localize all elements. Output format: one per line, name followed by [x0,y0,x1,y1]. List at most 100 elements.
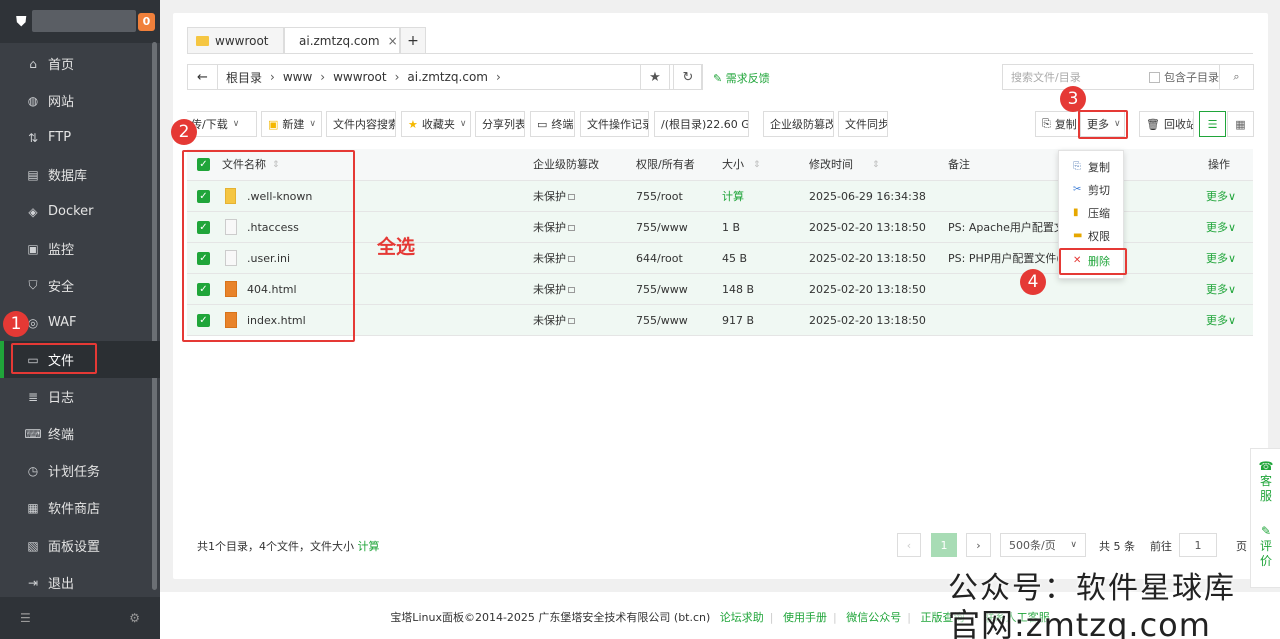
menu-item-copy[interactable]: ⎘ 复制 [1059,155,1125,178]
sidebar-item-docker[interactable]: ◈ Docker [0,193,160,230]
sidebar-item-label: 计划任务 [48,465,101,480]
breadcrumb-site[interactable]: ai.zmtzq.com [407,70,488,84]
recycle-bin-button[interactable]: 🗑 回收站 [1139,111,1194,137]
row-more-button[interactable]: 更多∨ [1206,181,1236,212]
chevron-right-icon: › [394,70,400,84]
file-search[interactable]: 搜索文件/目录 包含子目录 ⌕ [1002,64,1254,90]
permission[interactable]: 755/www [636,274,688,305]
tab-ai-zmtzq[interactable]: ai.zmtzq.com × [284,27,400,53]
row-more-button[interactable]: 更多∨ [1206,305,1236,336]
sidebar-item-store[interactable]: ▦ 软件商店 [0,489,160,526]
sidebar-footer: ☰ ⚙ [0,597,160,639]
goto-page-input[interactable]: 1 [1179,533,1217,557]
permission[interactable]: 644/root [636,243,683,274]
server-name-masked[interactable] [32,10,136,32]
sidebar-item-website[interactable]: ◍ 网站 [0,82,160,119]
sort-icon[interactable]: ⇕ [753,149,761,181]
copy-button[interactable]: ⎘ 复制 [1035,111,1080,137]
sort-icon[interactable]: ⇕ [872,149,880,181]
customer-service-button[interactable]: ☎ 客服 [1251,459,1280,504]
tamper-button[interactable]: 企业级防篡改 [763,111,834,137]
next-page-button[interactable]: › [966,533,991,557]
share-list-button[interactable]: 分享列表 [475,111,525,137]
sidebar-item-cron[interactable]: ◷ 计划任务 [0,452,160,489]
refresh-button[interactable]: ↻ [673,64,703,90]
breadcrumb-www[interactable]: www [283,70,312,84]
row-more-button[interactable]: 更多∨ [1206,274,1236,305]
tab-wwwroot[interactable]: wwwroot [187,27,284,53]
menu-item-cut[interactable]: ✂ 剪切 [1059,178,1125,201]
permission[interactable]: 755/www [636,305,688,336]
chevron-right-icon: › [495,70,501,84]
notification-badge[interactable]: 0 [138,13,155,31]
terminal-button[interactable]: ▭ 终端 [530,111,575,137]
favorites-button[interactable]: ★ 收藏夹 ∨ [401,111,471,137]
tamper-status[interactable]: 未保护 [533,212,575,243]
feedback-link[interactable]: ✎ 需求反馈 [713,70,770,86]
page-size-select[interactable]: 500条/页 ∨ [1000,533,1086,557]
tamper-status[interactable]: 未保护 [533,181,575,212]
path-bar[interactable]: ← 根目录 › www › wwwroot › ai.zmtzq.com › [187,64,702,90]
sidebar-item-terminal[interactable]: ⌨ 终端 [0,415,160,452]
gear-icon[interactable]: ⚙ [129,611,140,625]
total-count: 共 5 条 [1099,540,1135,553]
menu-item-permission[interactable]: ▬ 权限 [1059,224,1125,247]
permission[interactable]: 755/root [636,181,683,212]
include-subdir-checkbox[interactable] [1149,71,1160,83]
breadcrumb-wwwroot[interactable]: wwwroot [333,70,387,84]
search-input[interactable]: 搜索文件/目录 [1011,69,1141,85]
sidebar-item-security[interactable]: ⛉ 安全 [0,267,160,304]
size-calc-link[interactable]: 计算 [722,181,744,212]
note[interactable]: PS: Apache用户配置文件 [948,212,1076,243]
forum-link[interactable]: 论坛求助 [720,611,764,624]
sidebar-item-ftp[interactable]: ⇅ FTP [0,119,160,156]
favorite-star-button[interactable]: ★ [640,64,670,90]
sidebar-item-label: 监控 [48,243,75,258]
col-mtime[interactable]: 修改时间 [809,149,853,181]
sidebar-item-settings[interactable]: ▧ 面板设置 [0,527,160,564]
mtime: 2025-02-20 13:18:50 [809,314,926,327]
new-button[interactable]: ▣ 新建 ∨ [261,111,322,137]
breadcrumb-root[interactable]: 根目录 [226,69,262,86]
page-number-current[interactable]: 1 [931,533,957,557]
sidebar-item-home[interactable]: ⌂ 首页 [0,45,160,82]
menu-item-label: 复制 [1088,160,1110,174]
tamper-status[interactable]: 未保护 [533,274,575,305]
sidebar-item-monitor[interactable]: ▣ 监控 [0,230,160,267]
wechat-link[interactable]: 微信公众号 [846,611,901,624]
note[interactable]: PS: PHP用户配置文件(防 [948,243,1072,274]
watermark-line2: 官网:zmtzq.com [948,606,1211,639]
sidebar-item-label: 日志 [48,391,75,406]
tamper-status[interactable]: 未保护 [533,305,575,336]
grid-view-button[interactable]: ▦ [1227,111,1254,137]
sidebar-item-logout[interactable]: ⇥ 退出 [0,564,160,601]
manual-link[interactable]: 使用手册 [783,611,827,624]
disk-button[interactable]: /(根目录)22.60 GB [654,111,749,137]
row-more-button[interactable]: 更多∨ [1206,243,1236,274]
close-icon[interactable]: × [388,34,398,48]
content-search-button[interactable]: 文件内容搜索 [326,111,396,137]
tamper-status[interactable]: 未保护 [533,243,575,274]
collapse-menu-icon[interactable]: ☰ [20,611,31,625]
list-view-button[interactable]: ☰ [1199,111,1226,137]
search-icon[interactable]: ⌕ [1219,65,1253,89]
prev-page-button[interactable]: ‹ [897,533,921,557]
summary-text: 共1个目录，4个文件，文件大小 [197,540,354,553]
menu-item-compress[interactable]: ▮ 压缩 [1059,201,1125,224]
add-tab-button[interactable]: + [400,27,426,53]
service-label: 客服 [1259,474,1272,503]
sync-button[interactable]: 文件同步 [838,111,888,137]
sidebar-item-database[interactable]: ▤ 数据库 [0,156,160,193]
back-arrow-icon[interactable]: ← [188,65,218,89]
upload-download-button[interactable]: 上传/下载∨ [187,111,257,137]
col-size[interactable]: 大小 [722,149,744,181]
sidebar-item-logs[interactable]: ≣ 日志 [0,378,160,415]
mtime: 2025-02-20 13:18:50 [809,221,926,234]
permission[interactable]: 755/www [636,212,688,243]
feedback-label: 需求反馈 [725,72,770,85]
annotation-box-files [11,343,97,374]
op-log-button[interactable]: 文件操作记录 [580,111,649,137]
row-more-button[interactable]: 更多∨ [1206,212,1236,243]
review-button[interactable]: ✎ 评价 [1251,524,1280,569]
calc-size-link[interactable]: 计算 [358,540,380,553]
